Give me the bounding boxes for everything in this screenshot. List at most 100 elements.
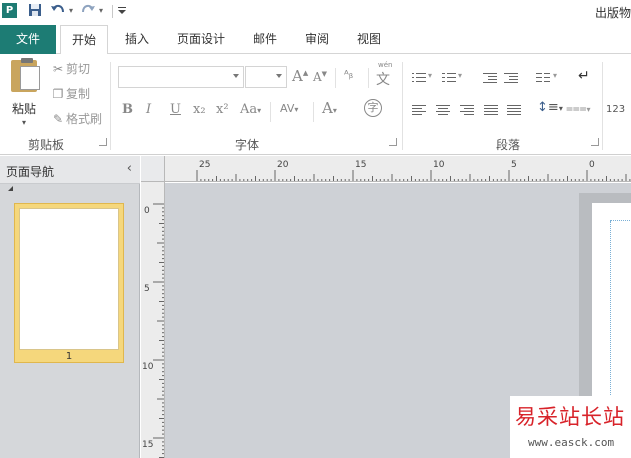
align-left-icon[interactable] [412, 104, 426, 116]
decrease-indent-icon[interactable] [483, 72, 497, 84]
nav-pane-header: 页面导航 ‹ [0, 156, 140, 184]
cut-label: 剪切 [66, 62, 91, 76]
line-numbers-icon[interactable]: 123 [606, 104, 625, 115]
enclose-characters-button[interactable]: 字 [364, 99, 382, 117]
phonetic-guide-button[interactable]: wén 文 [376, 61, 393, 88]
shrink-font-button[interactable]: A▼ [313, 70, 327, 84]
format-painter-label: 格式刷 [66, 112, 103, 126]
bullets-icon[interactable] [412, 72, 426, 84]
justify-icon[interactable] [484, 104, 498, 116]
tab-home[interactable]: 开始 [60, 25, 108, 54]
group-separator [402, 62, 403, 150]
distributed-icon[interactable] [507, 104, 521, 116]
publisher-app-icon[interactable]: P [2, 3, 17, 18]
tab-review[interactable]: 审阅 [298, 25, 336, 54]
tab-page-design[interactable]: 页面设计 [170, 25, 232, 54]
clear-formatting-icon[interactable]: ᴬᵦ [344, 68, 353, 81]
undo-icon[interactable] [50, 3, 66, 19]
underline-button[interactable]: U [170, 102, 181, 117]
paragraph-spacing-icon[interactable]: ⩶▾ [566, 101, 591, 116]
vertical-ruler-ticks [153, 203, 164, 458]
page-navigation-pane: 页面导航 ‹ 1 [0, 156, 140, 458]
vertical-ruler[interactable]: 0 5 10 15 [141, 182, 165, 458]
separator [335, 68, 336, 88]
separator [313, 102, 314, 122]
save-icon[interactable] [28, 3, 42, 19]
horizontal-ruler-ticks [196, 170, 631, 181]
chevron-down-icon [276, 74, 282, 78]
bold-button[interactable]: B [122, 102, 133, 117]
paragraph-group-label: 段落 [496, 138, 521, 152]
watermark-url: www.easck.com [528, 436, 615, 449]
margin-guide [610, 220, 631, 221]
tab-file[interactable]: 文件 [0, 25, 56, 54]
separator [368, 68, 369, 88]
paste-button[interactable]: 粘贴 ▾ [8, 58, 42, 130]
group-separator [110, 62, 111, 150]
format-painter-button[interactable]: ✎ 格式刷 [50, 110, 102, 127]
ruler-corner[interactable] [141, 156, 165, 182]
superscript-button[interactable]: x² [216, 102, 229, 117]
copy-label: 复制 [66, 87, 91, 101]
phonetic-label: wén [378, 61, 393, 69]
watermark-logo-text: 易采站长站 [515, 405, 625, 429]
increase-indent-icon[interactable] [504, 72, 518, 84]
align-center-icon[interactable] [436, 104, 450, 116]
ruler-label: 25 [199, 160, 211, 170]
redo-icon[interactable] [80, 3, 96, 19]
font-name-combo[interactable] [118, 66, 244, 88]
page-thumbnail[interactable]: 1 [14, 203, 124, 363]
font-size-combo[interactable] [245, 66, 287, 88]
font-launcher-icon[interactable] [389, 138, 397, 146]
customize-qat-icon[interactable] [117, 3, 127, 19]
tab-insert[interactable]: 插入 [118, 25, 156, 54]
change-case-button[interactable]: Aa▾ [240, 102, 261, 117]
ribbon: 粘贴 ▾ ✂ 剪切 ❐ 复制 ✎ 格式刷 剪贴板 A▲ A▼ ᴬᵦ wén 文 B I … [0, 54, 631, 155]
bullets-dropdown-icon[interactable]: ▾ [428, 71, 432, 80]
copy-button[interactable]: ❐ 复制 [50, 85, 90, 102]
line-spacing-icon[interactable]: ↕≡▾ [537, 100, 563, 115]
expand-triangle-icon[interactable] [8, 186, 13, 191]
nav-pane-title: 页面导航 [6, 165, 55, 179]
grow-font-button[interactable]: A▲ [292, 67, 308, 85]
ruler-label: 10 [433, 160, 445, 170]
paste-dropdown-icon[interactable]: ▾ [22, 118, 26, 127]
subscript-button[interactable]: x₂ [193, 102, 206, 117]
align-right-icon[interactable] [460, 104, 474, 116]
show-paragraph-marks-icon[interactable]: ↵ [578, 68, 590, 84]
tab-mailings[interactable]: 邮件 [246, 25, 284, 54]
columns-icon[interactable] [536, 72, 550, 84]
site-watermark: 易采站长站 www.easck.com [510, 396, 631, 458]
tab-view[interactable]: 视图 [350, 25, 388, 54]
character-spacing-button[interactable]: AV▾ [280, 102, 298, 115]
paintbrush-icon: ✎ [52, 112, 64, 126]
page-thumbnail-preview [19, 208, 119, 350]
columns-dropdown-icon[interactable]: ▾ [553, 71, 557, 80]
ruler-label: 5 [511, 160, 517, 170]
grow-font-icon: A [292, 67, 303, 85]
window-title: 出版物 [594, 6, 631, 20]
qat-separator [112, 5, 113, 18]
collapse-chevron-icon[interactable]: ‹ [127, 161, 132, 176]
numbering-icon[interactable] [442, 72, 456, 84]
paragraph-launcher-icon[interactable] [591, 138, 599, 146]
clipboard-group-label: 剪贴板 [28, 138, 65, 152]
character-spacing-label: AV [280, 102, 295, 115]
paste-label: 粘贴 [12, 102, 37, 116]
ribbon-tabs: 文件 开始 插入 页面设计 邮件 审阅 视图 [0, 24, 631, 54]
ruler-label: 15 [142, 440, 154, 450]
shrink-font-icon: A [313, 70, 322, 84]
ruler-label: 0 [589, 160, 595, 170]
horizontal-ruler[interactable]: 25 20 15 10 5 0 [165, 156, 631, 182]
undo-dropdown-icon[interactable]: ▾ [69, 3, 73, 19]
italic-button[interactable]: I [146, 102, 151, 117]
page-thumbnail-number: 1 [65, 351, 73, 362]
numbering-dropdown-icon[interactable]: ▾ [458, 71, 462, 80]
redo-dropdown-icon[interactable]: ▾ [99, 3, 103, 19]
ruler-label: 10 [142, 362, 154, 372]
ruler-label: 20 [277, 160, 289, 170]
font-color-button[interactable]: A▾ [322, 99, 337, 117]
cut-button[interactable]: ✂ 剪切 [50, 60, 90, 77]
clipboard-launcher-icon[interactable] [99, 138, 107, 146]
ruler-label: 0 [144, 206, 150, 216]
